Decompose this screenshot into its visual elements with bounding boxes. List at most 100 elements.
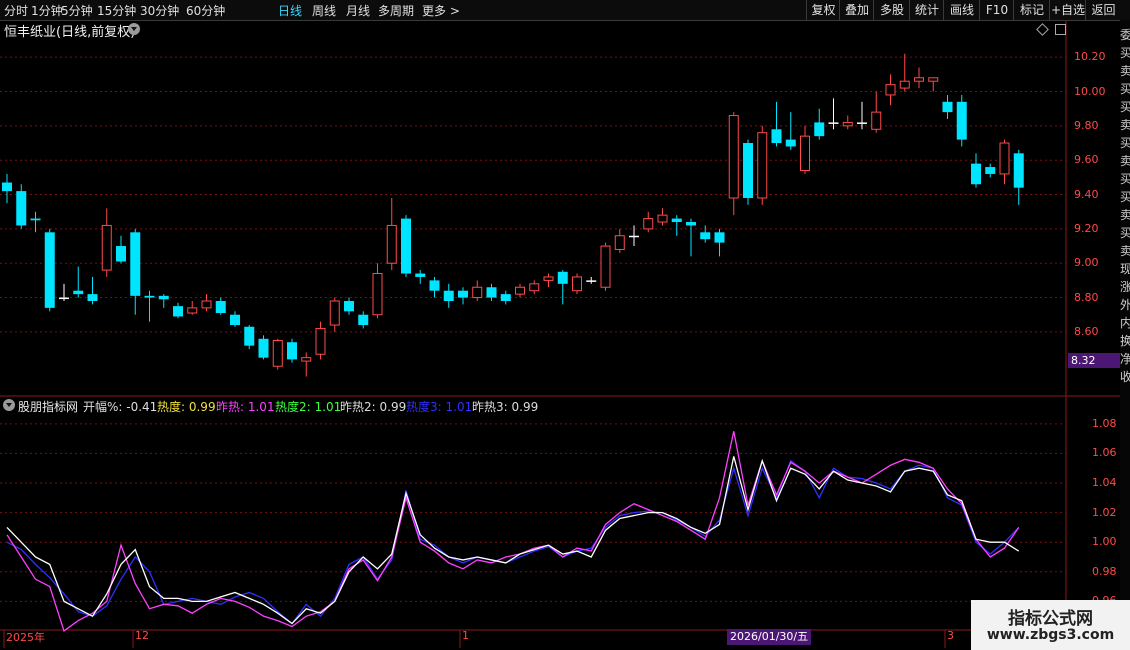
candle: [329, 297, 340, 332]
candle: [586, 276, 597, 284]
timeframe-tab[interactable]: 30分钟: [140, 2, 179, 19]
strip-char: 卖: [1120, 64, 1130, 78]
strip-char: 净: [1120, 352, 1130, 366]
candle: [614, 228, 625, 253]
toolbar-button[interactable]: 多股: [873, 0, 910, 20]
indicator-dropdown-icon[interactable]: [3, 399, 15, 411]
window-toggle-icon[interactable]: [1055, 24, 1066, 35]
candle: [771, 101, 782, 147]
candle: [458, 287, 468, 305]
indicator-axis-label: 1.08: [1092, 416, 1117, 430]
date-axis-label: 12: [135, 629, 149, 642]
candle: [842, 115, 853, 130]
candle: [743, 139, 753, 205]
candle: [472, 280, 483, 301]
chart-title-row: 恒丰纸业(日线,前复权): [0, 20, 1066, 40]
candle: [857, 101, 867, 130]
indicator-axis-label: 0.98: [1092, 564, 1117, 578]
candle: [543, 273, 554, 288]
timeframe-tab[interactable]: 更多 >: [422, 2, 460, 19]
candle: [2, 173, 12, 204]
price-axis-label: 9.40: [1074, 187, 1099, 201]
candle: [372, 263, 383, 319]
indicator-name[interactable]: 股朋指标网: [18, 398, 78, 415]
candle: [572, 273, 582, 295]
timeframe-tab[interactable]: 分时: [4, 2, 28, 19]
strip-char: 卖: [1120, 118, 1130, 132]
candle: [215, 297, 226, 315]
quote-side-strip: 委买卖买买卖买卖买买卖买卖现涨外内换净收: [1120, 20, 1130, 650]
timeframe-tab[interactable]: 60分钟: [186, 2, 225, 19]
watermark-title: 指标公式网: [1008, 609, 1093, 629]
candle: [1013, 149, 1024, 205]
candle: [529, 280, 540, 295]
candle: [899, 53, 910, 92]
strip-char: 现: [1120, 262, 1130, 276]
candle: [87, 276, 98, 305]
timeframe-tab[interactable]: 15分钟: [97, 2, 136, 19]
indicator-axis-label: 1.00: [1092, 535, 1117, 549]
candle: [800, 125, 810, 174]
candle: [885, 74, 896, 106]
period-toolbar: 分时 1分钟 5分钟 15分钟 30分钟 60分钟 日线 周线 月线 多周期 更多 > 复权 叠加 多股…: [0, 0, 1130, 21]
indicator-axis-label: 1.02: [1092, 505, 1117, 519]
timeframe-tab[interactable]: 周线: [312, 2, 336, 19]
date-axis-label: 2025年: [6, 631, 45, 644]
candle: [301, 352, 312, 377]
toolbar-button[interactable]: 返回: [1085, 0, 1121, 20]
timeframe-tab[interactable]: 多周期: [378, 2, 414, 19]
indicator-axis-label: 1.04: [1092, 476, 1117, 489]
price-axis-label: 10.20: [1074, 50, 1106, 64]
candle: [130, 228, 141, 315]
strip-char: 内: [1120, 316, 1130, 330]
strip-char: 买: [1120, 190, 1130, 204]
candle: [728, 112, 739, 216]
candle: [230, 311, 240, 327]
timeframe-tab[interactable]: 月线: [346, 2, 370, 19]
strip-char: 卖: [1120, 208, 1130, 222]
timeframe-tab[interactable]: 日线: [278, 2, 302, 19]
candle: [287, 338, 297, 363]
candle: [158, 294, 169, 308]
strip-char: 涨: [1120, 280, 1130, 294]
toolbar-button[interactable]: 统计: [909, 0, 944, 20]
candle: [244, 325, 255, 350]
date-axis-label: 1: [462, 629, 469, 642]
candle: [486, 283, 497, 301]
candle: [272, 338, 283, 370]
candle: [315, 321, 326, 360]
candle: [386, 197, 397, 271]
price-axis-label: 9.60: [1074, 153, 1099, 167]
candle: [173, 302, 183, 319]
toolbar-button[interactable]: 画线: [943, 0, 980, 20]
timeframe-tab[interactable]: 5分钟: [61, 2, 93, 19]
toolbar-button[interactable]: 复权: [806, 0, 840, 20]
chart-svg[interactable]: [0, 0, 1130, 650]
strip-char: 买: [1120, 226, 1130, 240]
candle: [928, 77, 939, 92]
candlestick-series: [2, 53, 1024, 377]
candle: [557, 270, 568, 305]
indicator-value: 热度: 0.99: [157, 400, 216, 414]
candle: [643, 211, 654, 233]
strip-char: 委: [1120, 28, 1130, 42]
strip-char: 买: [1120, 172, 1130, 186]
indicator-value: 热度3: 1.01: [406, 400, 473, 414]
toolbar-button[interactable]: F10: [979, 0, 1014, 20]
candle: [657, 208, 668, 226]
candle: [344, 297, 354, 315]
strip-char: 买: [1120, 100, 1130, 114]
timeframe-tab[interactable]: 1分钟: [31, 2, 63, 19]
stock-title[interactable]: 恒丰纸业(日线,前复权): [4, 21, 135, 40]
candle: [914, 67, 924, 89]
toolbar-button[interactable]: +自选: [1049, 0, 1086, 20]
toolbar-button[interactable]: 叠加: [839, 0, 874, 20]
price-axis-label: 9.80: [1074, 118, 1099, 132]
candle: [187, 300, 198, 315]
candle: [101, 208, 112, 277]
candle: [971, 153, 981, 188]
indicator-line: [6, 456, 1020, 625]
dropdown-circle-icon[interactable]: [128, 23, 140, 35]
toolbar-button[interactable]: 标记: [1013, 0, 1050, 20]
strip-char: 外: [1120, 298, 1130, 312]
